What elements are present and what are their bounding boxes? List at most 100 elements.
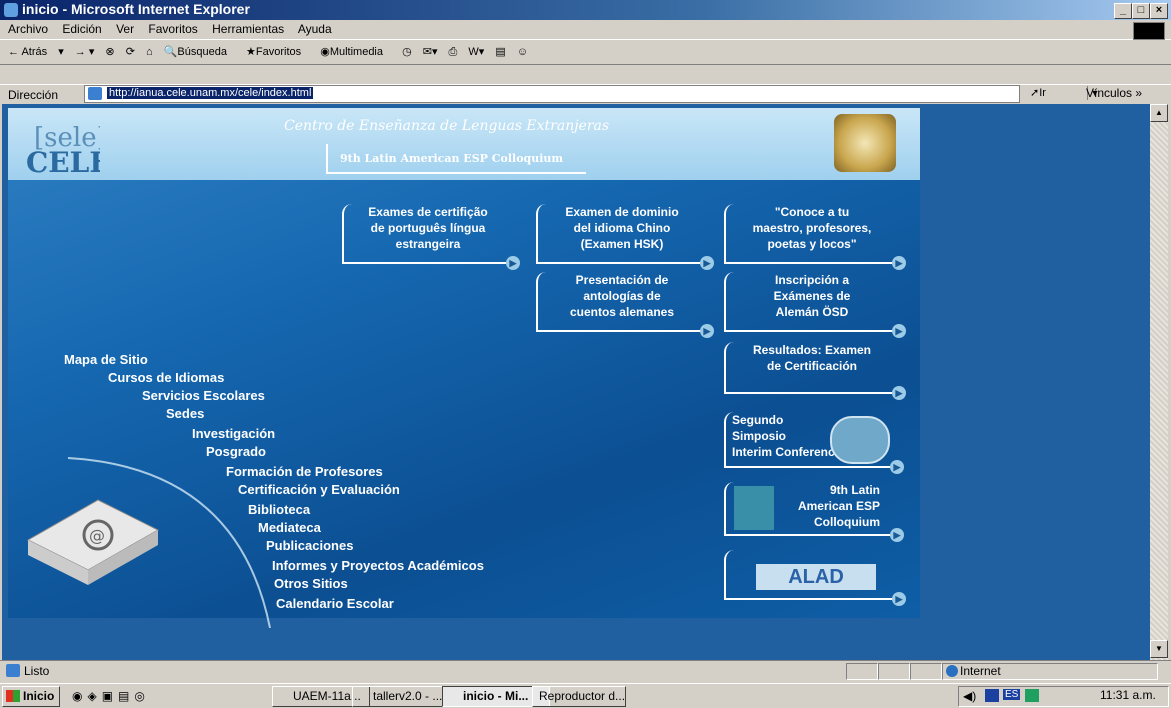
- history-icon[interactable]: ◷: [402, 46, 412, 58]
- home-icon[interactable]: ⌂: [146, 46, 153, 58]
- refresh-icon[interactable]: ⟳: [126, 46, 135, 58]
- header-colloquium-link[interactable]: 9th Latin American ESP Colloquium: [326, 144, 586, 174]
- promo-resultados[interactable]: Resultados: Examen de Certificación ▶: [724, 342, 906, 400]
- address-label: Dirección: [8, 88, 59, 102]
- favorites-button[interactable]: ★Favoritos: [246, 46, 309, 58]
- nav-sedes[interactable]: Sedes: [166, 406, 204, 421]
- alad-logo: ALAD: [756, 564, 876, 590]
- media-icon[interactable]: [985, 689, 999, 702]
- promo-antologias[interactable]: Presentación de antologías de cuentos alem…: [536, 272, 714, 338]
- arrow-icon: ▶: [890, 528, 904, 542]
- site-tagline: Centro de Enseñanza de Lenguas Extranjer…: [284, 118, 610, 134]
- arrow-icon: ▶: [700, 324, 714, 338]
- nav-investigacion[interactable]: Investigación: [192, 426, 275, 441]
- arrow-icon: ▶: [892, 386, 906, 400]
- cele-site: [sele] CELE Centro de Enseñanza de Lengu…: [8, 108, 920, 628]
- menu-edicion[interactable]: Edición: [62, 22, 101, 36]
- promo-portugues[interactable]: Exames de certifição de português língua e…: [342, 204, 520, 270]
- scroll-up-button[interactable]: ▲: [1150, 104, 1168, 122]
- minimize-button[interactable]: _: [1114, 3, 1132, 19]
- nav-posgrado[interactable]: Posgrado: [206, 444, 266, 459]
- windows-flag-icon: [6, 690, 20, 702]
- language-indicator[interactable]: ES: [1003, 689, 1021, 700]
- svg-text:CELE: CELE: [26, 146, 100, 176]
- network-icon[interactable]: [1025, 689, 1039, 702]
- arrow-icon: ▶: [892, 324, 906, 338]
- menu-favoritos[interactable]: Favoritos: [148, 22, 197, 36]
- clock: 11:31 a.m.: [1100, 688, 1156, 702]
- nav-calendario[interactable]: Calendario Escolar: [276, 596, 394, 611]
- stop-icon[interactable]: ⊗: [105, 46, 114, 58]
- menu-herramientas[interactable]: Herramientas: [212, 22, 284, 36]
- print-icon[interactable]: ⎙: [449, 46, 458, 58]
- status-pane: [846, 663, 878, 680]
- unam-seal-icon: [834, 114, 896, 172]
- nav-otros-sitios[interactable]: Otros Sitios: [274, 576, 348, 591]
- quick-launch[interactable]: ◉◈▣▤◎: [72, 689, 150, 703]
- promo-osd[interactable]: Inscripción a Exámenes de Alemán ÖSD ▶: [724, 272, 906, 338]
- status-bar: Listo Internet: [0, 660, 1171, 681]
- promo-chino-hsk[interactable]: Examen de dominio del idioma Chino (Examen…: [536, 204, 714, 270]
- standard-toolbar: ← Atrás ▾ → ▾ ⊗ ⟳ ⌂ 🔍Búsqueda ★Favoritos…: [0, 40, 1171, 65]
- address-input[interactable]: http://ianua.cele.unam.mx/cele/index.htm…: [84, 85, 1102, 103]
- menu-ayuda[interactable]: Ayuda: [298, 22, 332, 36]
- nav-mapa-sitio[interactable]: Mapa de Sitio: [64, 352, 148, 367]
- taskbar: Inicio ◉◈▣▤◎ UAEM-11a... tallerv2.0 - ..…: [0, 683, 1171, 708]
- svg-text:@: @: [89, 526, 105, 545]
- window-title: inicio - Microsoft Internet Explorer: [22, 1, 250, 17]
- page-viewport: [sele] CELE Centro de Enseñanza de Lengu…: [2, 104, 1150, 660]
- colloquium-logo-icon: [734, 486, 774, 530]
- volume-icon[interactable]: ◀): [963, 689, 976, 703]
- arrow-icon: ▶: [890, 460, 904, 474]
- status-text: Listo: [24, 664, 50, 678]
- menu-bar: Archivo Edición Ver Favoritos Herramient…: [0, 20, 1171, 40]
- multimedia-button[interactable]: ◉Multimedia: [320, 46, 391, 58]
- nav-biblioteca[interactable]: Biblioteca: [248, 502, 310, 517]
- menu-ver[interactable]: Ver: [116, 22, 134, 36]
- nav-formacion-profesores[interactable]: Formación de Profesores: [226, 464, 383, 479]
- globe-icon: [946, 665, 958, 677]
- nav-certificacion[interactable]: Certificación y Evaluación: [238, 482, 400, 497]
- nav-informes[interactable]: Informes y Proyectos Académicos: [272, 558, 484, 573]
- task-reproductor[interactable]: Reproductor d...: [532, 686, 626, 707]
- discuss-icon[interactable]: ▤: [495, 46, 505, 58]
- mail-icon[interactable]: ✉▾: [423, 46, 438, 58]
- promo-conoce-maestro[interactable]: "Conoce a tu maestro, profesores, poetas y…: [724, 204, 906, 270]
- close-button[interactable]: ×: [1150, 3, 1168, 19]
- promo-alad[interactable]: ALAD ▶: [724, 550, 906, 606]
- nav-cursos-idiomas[interactable]: Cursos de Idiomas: [108, 370, 224, 385]
- nav-servicios-escolares[interactable]: Servicios Escolares: [142, 388, 265, 403]
- page-status-icon: [6, 664, 20, 677]
- zone-text: Internet: [960, 664, 1001, 678]
- menu-archivo[interactable]: Archivo: [8, 22, 48, 36]
- cele-logo[interactable]: [sele] CELE: [20, 116, 100, 176]
- arrow-icon: ▶: [892, 592, 906, 606]
- ie-icon: [4, 3, 18, 17]
- search-button[interactable]: 🔍Búsqueda: [164, 46, 235, 58]
- messenger-icon[interactable]: ☺: [517, 46, 528, 58]
- promo-esp-colloquium[interactable]: 9th Latin American ESP Colloquium ▶: [724, 482, 904, 542]
- windows-logo-icon: [1133, 22, 1165, 40]
- edit-icon[interactable]: W▾: [468, 46, 484, 58]
- arrow-icon: ▶: [892, 256, 906, 270]
- page-icon: [88, 87, 102, 100]
- maximize-button[interactable]: □: [1132, 3, 1150, 19]
- arrow-icon: ▶: [506, 256, 520, 270]
- promo-simposio[interactable]: Segundo Simposio Interim Conference ▶: [724, 412, 904, 474]
- go-button[interactable]: ➚Ir: [1030, 86, 1046, 99]
- symposium-logo-icon: [830, 416, 890, 464]
- forward-button[interactable]: → ▾: [75, 46, 95, 58]
- site-header: [sele] CELE Centro de Enseñanza de Lengu…: [8, 108, 920, 180]
- arrow-icon: ▶: [700, 256, 714, 270]
- start-button[interactable]: Inicio: [2, 686, 60, 707]
- address-url[interactable]: http://ianua.cele.unam.mx/cele/index.htm…: [107, 87, 314, 99]
- links-button[interactable]: Vínculos »: [1086, 86, 1142, 100]
- status-pane: [910, 663, 942, 680]
- back-button[interactable]: ← Atrás ▾: [8, 46, 64, 58]
- nav-publicaciones[interactable]: Publicaciones: [266, 538, 353, 553]
- nav-mediateca[interactable]: Mediateca: [258, 520, 321, 535]
- scroll-down-button[interactable]: ▼: [1150, 640, 1168, 658]
- vertical-scrollbar[interactable]: ▲ ▼: [1150, 104, 1168, 660]
- title-bar: inicio - Microsoft Internet Explorer _ □…: [0, 0, 1171, 20]
- status-pane: [878, 663, 910, 680]
